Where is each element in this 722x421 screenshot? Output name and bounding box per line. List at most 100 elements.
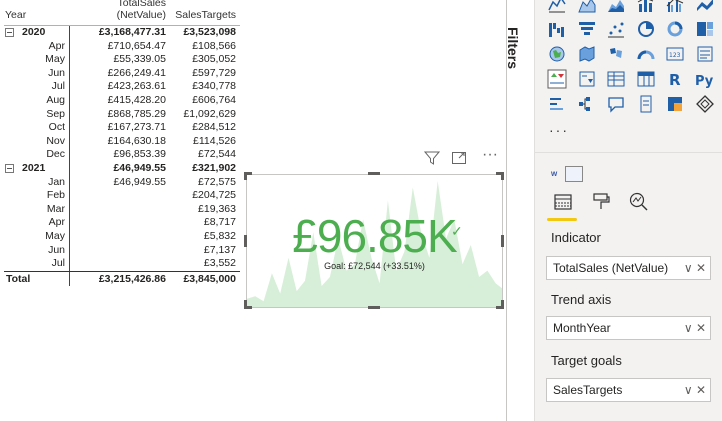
row-label: Nov xyxy=(4,134,70,149)
matrix-header: Year TotalSales (NetValue) SalesTargets xyxy=(4,0,240,26)
pane-separator xyxy=(535,152,722,153)
matrix-month-row: Oct £167,273.71 £284,512 xyxy=(4,121,240,135)
svg-text:123: 123 xyxy=(669,52,681,59)
header-salestargets[interactable]: SalesTargets xyxy=(166,9,236,21)
collapse-icon[interactable] xyxy=(5,163,14,173)
row-label: Apr xyxy=(4,216,70,230)
map-icon[interactable] xyxy=(547,44,567,64)
focus-mode-icon[interactable] xyxy=(451,150,467,170)
decomposition-tree-icon[interactable] xyxy=(577,94,597,114)
header-year[interactable]: Year xyxy=(4,9,70,21)
row-label: May xyxy=(4,53,70,67)
narrative-icon[interactable] xyxy=(636,94,656,114)
filters-pane-toggle[interactable]: Filters xyxy=(505,18,524,78)
qa-icon[interactable] xyxy=(606,94,626,114)
key-influencers-icon[interactable] xyxy=(547,94,567,114)
resize-handle-left[interactable] xyxy=(244,235,247,247)
header-totalsales[interactable]: TotalSales (NetValue) xyxy=(70,0,166,21)
matrix-month-row: Nov £164,630.18 £114,526 xyxy=(4,134,240,149)
resize-handle-right[interactable] xyxy=(501,235,504,247)
matrix-month-row: Mar £19,363 xyxy=(4,202,240,217)
sales-cell xyxy=(70,203,166,217)
slicer-icon[interactable] xyxy=(577,69,597,89)
visual-icon-small[interactable]: w xyxy=(551,166,584,182)
filter-icon[interactable] xyxy=(423,150,441,170)
well-actions-icon[interactable]: ∨ ✕ xyxy=(684,379,706,401)
matrix-month-row: May £55,339.05 £305,052 xyxy=(4,53,240,67)
line-chart-icon[interactable] xyxy=(547,0,567,14)
r-visual-icon[interactable]: R xyxy=(665,69,685,89)
line-column-icon[interactable] xyxy=(636,0,656,14)
row-label: Jul xyxy=(4,80,70,94)
target-cell: £108,566 xyxy=(192,39,236,52)
more-options-icon[interactable]: ··· xyxy=(482,146,498,166)
resize-handle-br2[interactable] xyxy=(501,300,504,308)
row-label: 2021 xyxy=(4,161,70,176)
well-actions-icon[interactable]: ∨ ✕ xyxy=(684,257,706,279)
format-tab-icon[interactable] xyxy=(589,190,613,214)
fields-tab-icon[interactable] xyxy=(551,190,575,214)
report-canvas: Year TotalSales (NetValue) SalesTargets … xyxy=(0,0,722,421)
line-clustered-icon[interactable] xyxy=(665,0,685,14)
matrix-month-row: Apr £710,654.47 £108,566 xyxy=(4,39,240,54)
visualizations-pane: 123 R Py ··· w Indicator TotalSales (NetVa… xyxy=(535,0,722,421)
target-cell: £597,729 xyxy=(192,66,236,79)
sales-cell xyxy=(70,230,166,244)
sales-cell: £423,263.61 xyxy=(107,80,166,93)
total-target: £3,845,000 xyxy=(183,272,236,285)
table-icon[interactable] xyxy=(606,69,626,89)
target-goals-well[interactable]: SalesTargets ∨ ✕ xyxy=(546,378,711,402)
indicator-well[interactable]: TotalSales (NetValue) ∨ ✕ xyxy=(546,256,711,280)
shape-map-icon[interactable] xyxy=(606,44,626,64)
resize-handle-bl2[interactable] xyxy=(244,300,247,308)
resize-handle-tl2[interactable] xyxy=(244,172,247,180)
treemap-icon[interactable] xyxy=(695,19,715,39)
target-goals-field: SalesTargets xyxy=(553,383,623,397)
row-label: Jun xyxy=(4,66,70,81)
area-chart-icon[interactable] xyxy=(577,0,597,14)
matrix-year-row[interactable]: 2020 £3,168,477.31 £3,523,098 xyxy=(4,26,240,40)
kpi-visual[interactable]: £96.85K ✓ Goal: £72,544 (+33.51%) xyxy=(246,174,503,308)
row-label: Jun xyxy=(4,243,70,258)
funnel-icon[interactable] xyxy=(577,19,597,39)
trend-axis-label: Trend axis xyxy=(551,292,612,307)
matrix-month-row: Jun £7,137 xyxy=(4,243,240,258)
ribbon-chart-icon[interactable] xyxy=(695,0,715,14)
target-cell: £8,717 xyxy=(203,216,236,229)
resize-handle-bottom[interactable] xyxy=(368,306,380,309)
matrix-icon[interactable] xyxy=(636,69,656,89)
row-label: 2020 xyxy=(4,26,70,40)
matrix-total-row: Total £3,215,426.86 £3,845,000 xyxy=(4,270,240,286)
paginated-report-icon[interactable] xyxy=(665,94,685,114)
resize-handle-tr2[interactable] xyxy=(501,172,504,180)
scatter-icon[interactable] xyxy=(606,19,626,39)
row-label: Dec xyxy=(4,148,70,162)
kpi-goal: Goal: £72,544 (+33.51%) xyxy=(324,261,425,271)
kpi-icon-selected[interactable] xyxy=(547,69,567,89)
target-goals-label: Target goals xyxy=(551,353,622,368)
resize-handle-top[interactable] xyxy=(368,172,380,175)
gauge-icon[interactable] xyxy=(636,44,656,64)
collapse-icon[interactable] xyxy=(5,28,14,37)
multirow-card-icon[interactable] xyxy=(695,44,715,64)
sales-cell: £167,273.71 xyxy=(107,121,166,134)
matrix-year-row[interactable]: 2021 £46,949.55 £321,902 xyxy=(4,161,240,176)
waterfall-icon[interactable] xyxy=(547,19,567,39)
row-label: May xyxy=(4,229,70,244)
target-cell: £305,052 xyxy=(192,53,236,66)
filled-map-icon[interactable] xyxy=(577,44,597,64)
stacked-area-icon[interactable] xyxy=(606,0,626,14)
python-visual-icon[interactable]: Py xyxy=(695,69,715,89)
pie-icon[interactable] xyxy=(636,19,656,39)
trend-axis-well[interactable]: MonthYear ∨ ✕ xyxy=(546,316,711,340)
more-visuals-icon[interactable]: ··· xyxy=(549,122,569,138)
sales-matrix[interactable]: Year TotalSales (NetValue) SalesTargets … xyxy=(4,0,240,286)
power-apps-icon[interactable] xyxy=(695,94,715,114)
card-icon[interactable]: 123 xyxy=(665,44,685,64)
matrix-month-row: Apr £8,717 xyxy=(4,216,240,230)
well-actions-icon[interactable]: ∨ ✕ xyxy=(684,317,706,339)
analytics-tab-icon[interactable] xyxy=(627,190,651,214)
donut-icon[interactable] xyxy=(665,19,685,39)
sales-cell: £46,949.55 xyxy=(113,175,166,188)
target-cell: £321,902 xyxy=(192,161,236,174)
